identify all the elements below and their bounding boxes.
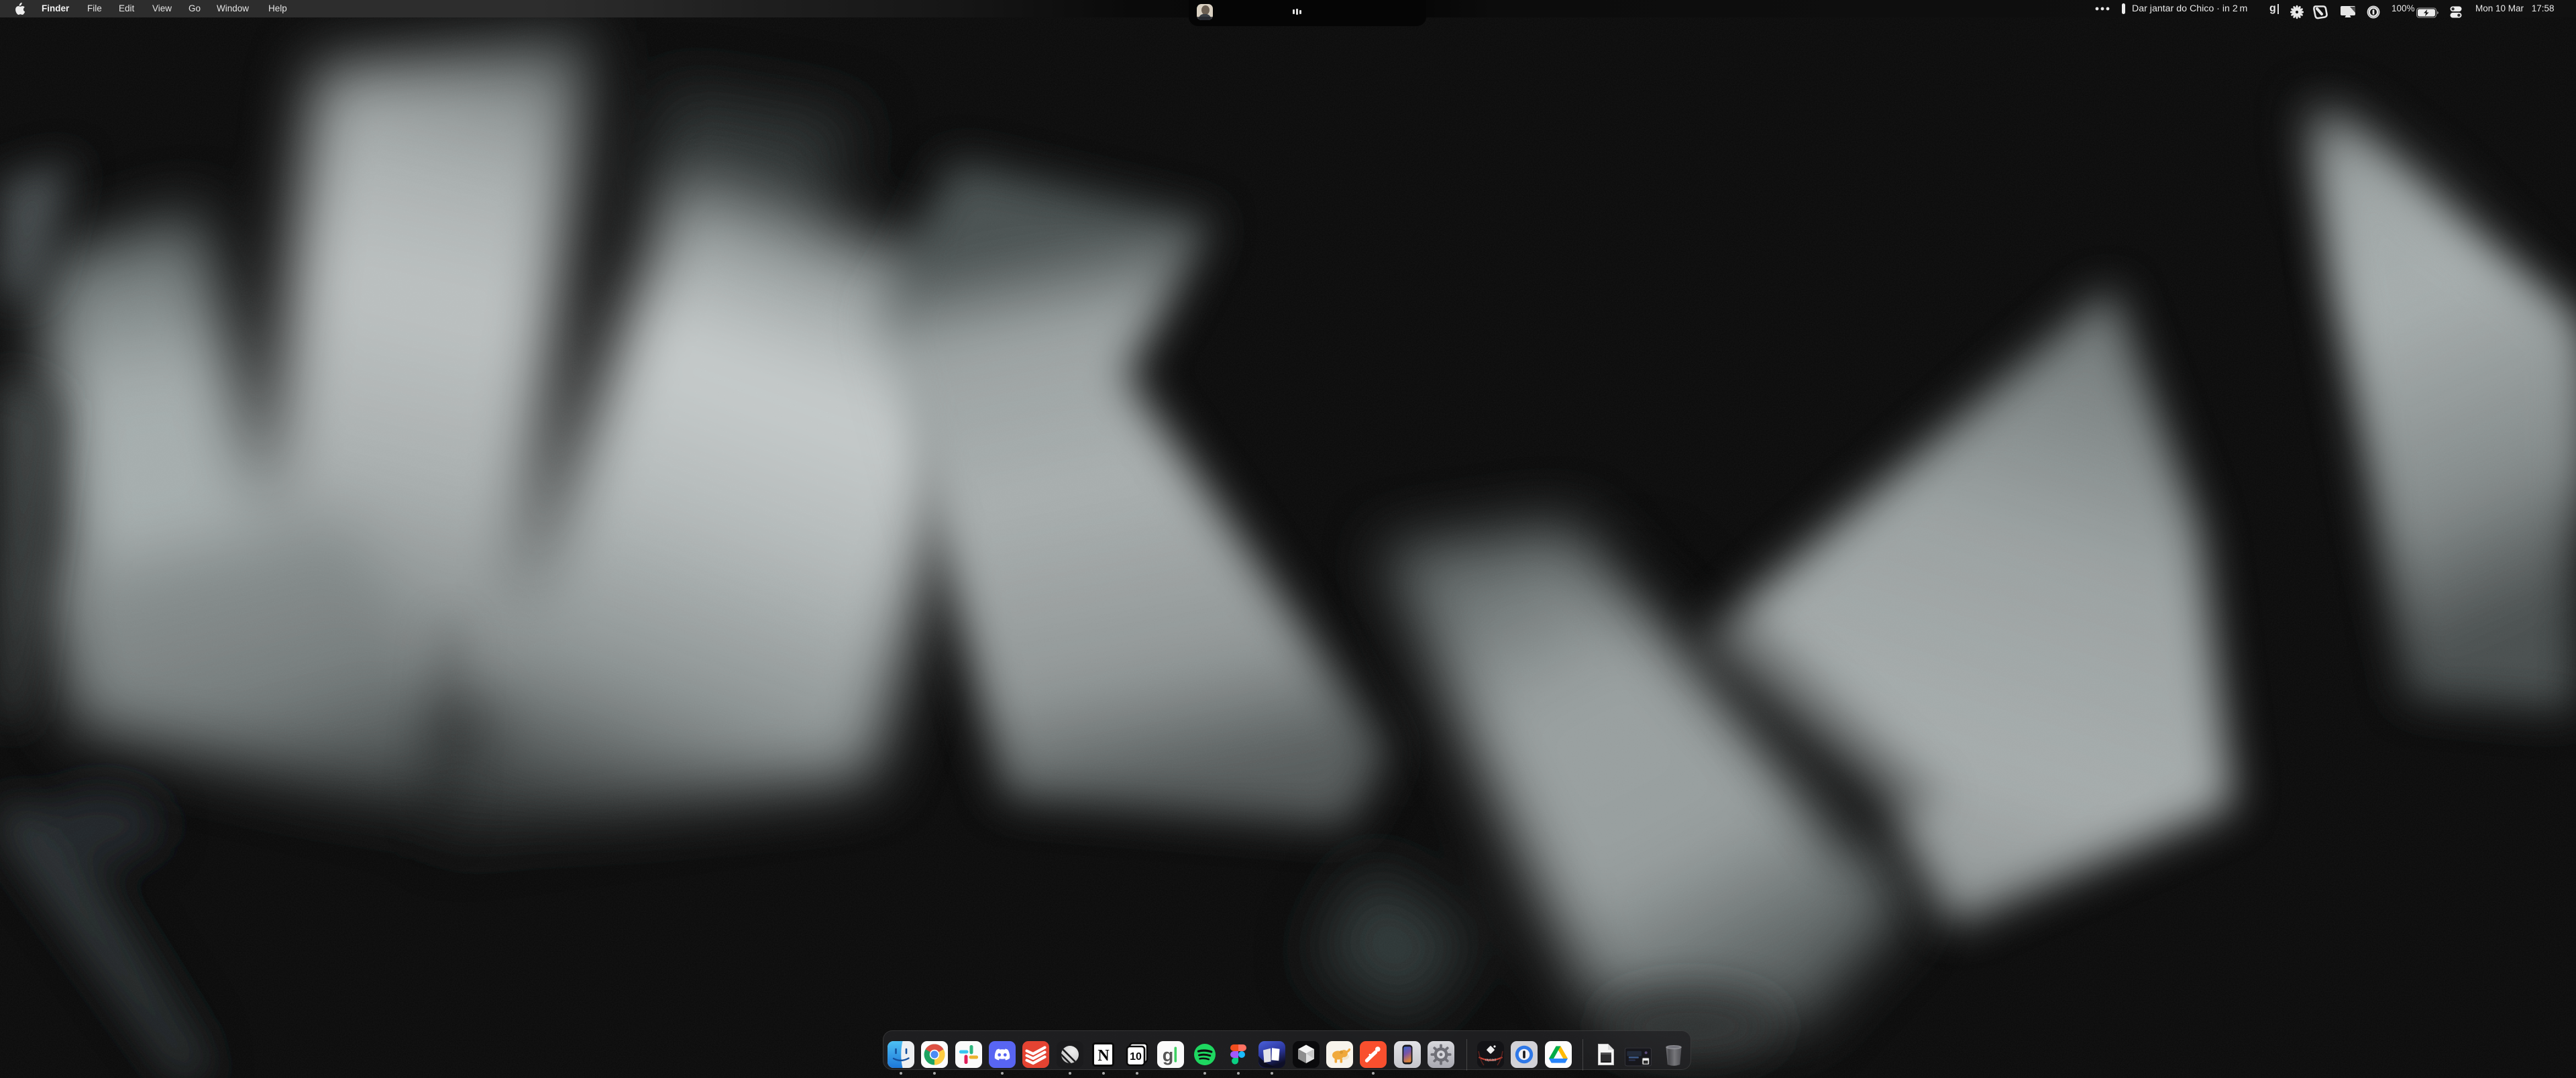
svg-text:10: 10: [1130, 1051, 1142, 1063]
svg-text:g: g: [1163, 1045, 1174, 1065]
svg-text:raycast: raycast: [1485, 1059, 1497, 1063]
svg-text:N: N: [1097, 1047, 1110, 1065]
